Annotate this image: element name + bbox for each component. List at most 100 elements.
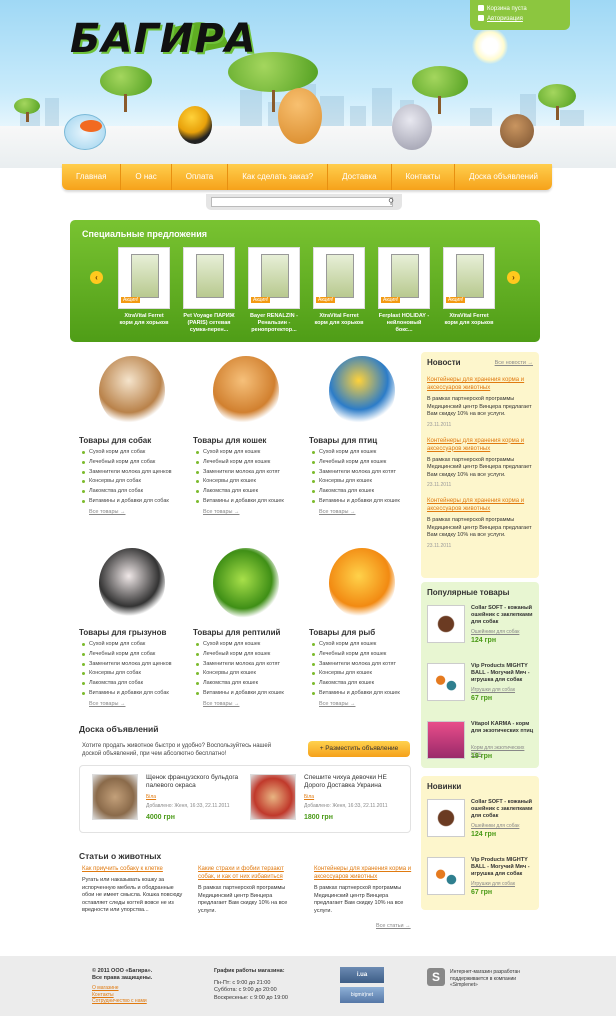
ad-item[interactable]: Спешите чихуа девочки НЕ Дорого Доставка…: [246, 774, 404, 824]
all-products-link[interactable]: Все товары →: [319, 701, 419, 707]
category-link[interactable]: Витамины и добавки для собак: [79, 689, 189, 699]
all-news-link[interactable]: Все новости →: [495, 360, 533, 366]
login-link[interactable]: Авторизация: [478, 14, 562, 24]
all-articles-link[interactable]: Все статьи →: [376, 923, 411, 929]
category-link[interactable]: Сухой корм для собак: [79, 448, 189, 458]
product-card[interactable]: Акция! Ferplast HOLIDAY - нейлоновый бокс…: [378, 247, 430, 334]
search-input[interactable]: [211, 197, 393, 207]
category-link[interactable]: Сухой корм для кошек: [193, 448, 303, 458]
category-link[interactable]: Лечебный корм для собак: [79, 458, 189, 468]
category-link[interactable]: Витамины и добавки для кошек: [309, 689, 419, 699]
category-link[interactable]: Заменители молока для щенков: [79, 660, 189, 670]
product-image[interactable]: [183, 247, 235, 309]
product-item[interactable]: Vip Products MIGHTY BALL - Могучий Мяч -…: [427, 663, 533, 713]
category-link[interactable]: Витамины и добавки для кошек: [193, 689, 303, 699]
all-products-link[interactable]: Все товары →: [89, 701, 189, 707]
login-label[interactable]: Авторизация: [487, 16, 523, 22]
category-title[interactable]: Товары для собак: [79, 436, 189, 445]
category-link[interactable]: Лакомства для кошек: [309, 487, 419, 497]
product-card[interactable]: Акция! XtraVital Ferret корм для хорьков: [443, 247, 495, 327]
category-link[interactable]: Лечебный корм для кошек: [309, 650, 419, 660]
product-thumb[interactable]: [427, 721, 465, 759]
post-ad-button[interactable]: + Разместить объявление: [308, 741, 410, 757]
rat-icon[interactable]: [79, 544, 189, 624]
footer-link[interactable]: Сотрудничество с нами: [92, 998, 152, 1005]
chameleon-icon[interactable]: [193, 544, 303, 624]
nav-item[interactable]: Оплата: [172, 164, 229, 190]
all-products-link[interactable]: Все товары →: [203, 509, 303, 515]
all-products-link[interactable]: Все товары →: [319, 509, 419, 515]
all-products-link[interactable]: Все товары →: [203, 701, 303, 707]
category-title[interactable]: Товары для грызунов: [79, 628, 189, 637]
product-item[interactable]: Collar SOFT - кожаный ошейник с заклепка…: [427, 605, 533, 655]
category-title[interactable]: Товары для рептилий: [193, 628, 303, 637]
category-link[interactable]: Сухой корм для кошек: [193, 640, 303, 650]
nav-item[interactable]: Главная: [62, 164, 122, 190]
product-thumb[interactable]: [427, 799, 465, 837]
ad-title[interactable]: Спешите чихуа девочки НЕ Дорого Доставка…: [304, 774, 404, 790]
category-link[interactable]: Заменители молока для котят: [193, 660, 303, 670]
product-name[interactable]: Vip Products MIGHTY BALL - Могучий Мяч -…: [471, 857, 537, 878]
product-title[interactable]: XtraVital Ferret корм для хорьков: [443, 313, 495, 327]
product-card[interactable]: Акция! XtraVital Ferret корм для хорьков: [118, 247, 170, 327]
product-thumb[interactable]: [427, 663, 465, 701]
product-category[interactable]: Игрушки для собак: [471, 687, 515, 693]
cat-icon[interactable]: [193, 352, 303, 432]
category-link[interactable]: Консервы для кошек: [309, 477, 419, 487]
category-title[interactable]: Товары для кошек: [193, 436, 303, 445]
category-title[interactable]: Товары для птиц: [309, 436, 419, 445]
nav-item[interactable]: Доска объявлений: [455, 164, 552, 190]
product-image[interactable]: Акция!: [378, 247, 430, 309]
product-category[interactable]: Игрушки для собак: [471, 881, 515, 887]
category-link[interactable]: Консервы для собак: [79, 669, 189, 679]
product-image[interactable]: Акция!: [313, 247, 365, 309]
news-link[interactable]: Контейнеры для хранения корма и аксессуа…: [427, 437, 533, 453]
ad-category[interactable]: Біла: [304, 794, 314, 800]
category-link[interactable]: Сухой корм для кошек: [309, 448, 419, 458]
ad-photo[interactable]: [92, 774, 138, 820]
product-card[interactable]: Акция! Bayer RENALZIN - Ренальзин - реноп…: [248, 247, 300, 334]
product-card[interactable]: Pet Voyage ПАРИЖ (PARIS) сетевая сумка-п…: [183, 247, 235, 334]
category-link[interactable]: Заменители молока для котят: [309, 468, 419, 478]
all-products-link[interactable]: Все товары →: [89, 509, 189, 515]
product-title[interactable]: Bayer RENALZIN - Ренальзин - ренопротект…: [248, 313, 300, 334]
product-image[interactable]: Акция!: [248, 247, 300, 309]
category-link[interactable]: Консервы для собак: [79, 477, 189, 487]
category-link[interactable]: Сухой корм для кошек: [309, 640, 419, 650]
counter-badge-iua[interactable]: i.ua: [340, 967, 384, 983]
product-category[interactable]: Ошейники для собак: [471, 629, 519, 635]
category-link[interactable]: Сухой корм для собак: [79, 640, 189, 650]
cart-status[interactable]: Корзина пуста: [478, 4, 562, 14]
simplenet-logo-icon[interactable]: S: [427, 968, 445, 986]
product-image[interactable]: Акция!: [118, 247, 170, 309]
product-thumb[interactable]: [427, 857, 465, 895]
category-link[interactable]: Лакомства для кошек: [193, 679, 303, 689]
news-link[interactable]: Контейнеры для хранения корма и аксессуа…: [427, 497, 533, 513]
parrot-icon[interactable]: [309, 352, 419, 432]
product-title[interactable]: XtraVital Ferret корм для хорьков: [313, 313, 365, 327]
category-link[interactable]: Витамины и добавки для кошек: [193, 497, 303, 507]
chevron-right-icon[interactable]: ›: [507, 271, 520, 284]
category-link[interactable]: Лакомства для кошек: [309, 679, 419, 689]
ad-category[interactable]: Біла: [146, 794, 156, 800]
counter-badge-bigmir[interactable]: bigmir)net: [340, 987, 384, 1003]
category-link[interactable]: Заменители молока для котят: [309, 660, 419, 670]
product-name[interactable]: Vip Products MIGHTY BALL - Могучий Мяч -…: [471, 663, 537, 684]
product-title[interactable]: Ferplast HOLIDAY - нейлоновый бокс...: [378, 313, 430, 334]
product-item[interactable]: Collar SOFT - кожаный ошейник с заклепка…: [427, 799, 533, 849]
chevron-left-icon[interactable]: ‹: [90, 271, 103, 284]
product-image[interactable]: Акция!: [443, 247, 495, 309]
ad-photo[interactable]: [250, 774, 296, 820]
product-item[interactable]: Vip Products MIGHTY BALL - Могучий Мяч -…: [427, 857, 533, 907]
category-link[interactable]: Лакомства для кошек: [193, 487, 303, 497]
category-link[interactable]: Лакомства для собак: [79, 679, 189, 689]
nav-item[interactable]: Доставка: [328, 164, 392, 190]
category-title[interactable]: Товары для рыб: [309, 628, 419, 637]
category-link[interactable]: Заменители молока для щенков: [79, 468, 189, 478]
product-category[interactable]: Ошейники для собак: [471, 823, 519, 829]
category-link[interactable]: Витамины и добавки для кошек: [309, 497, 419, 507]
product-name[interactable]: Collar SOFT - кожаный ошейник с заклепка…: [471, 605, 537, 626]
category-link[interactable]: Лечебный корм для кошек: [193, 650, 303, 660]
category-link[interactable]: Лакомства для собак: [79, 487, 189, 497]
category-link[interactable]: Консервы для кошек: [193, 669, 303, 679]
